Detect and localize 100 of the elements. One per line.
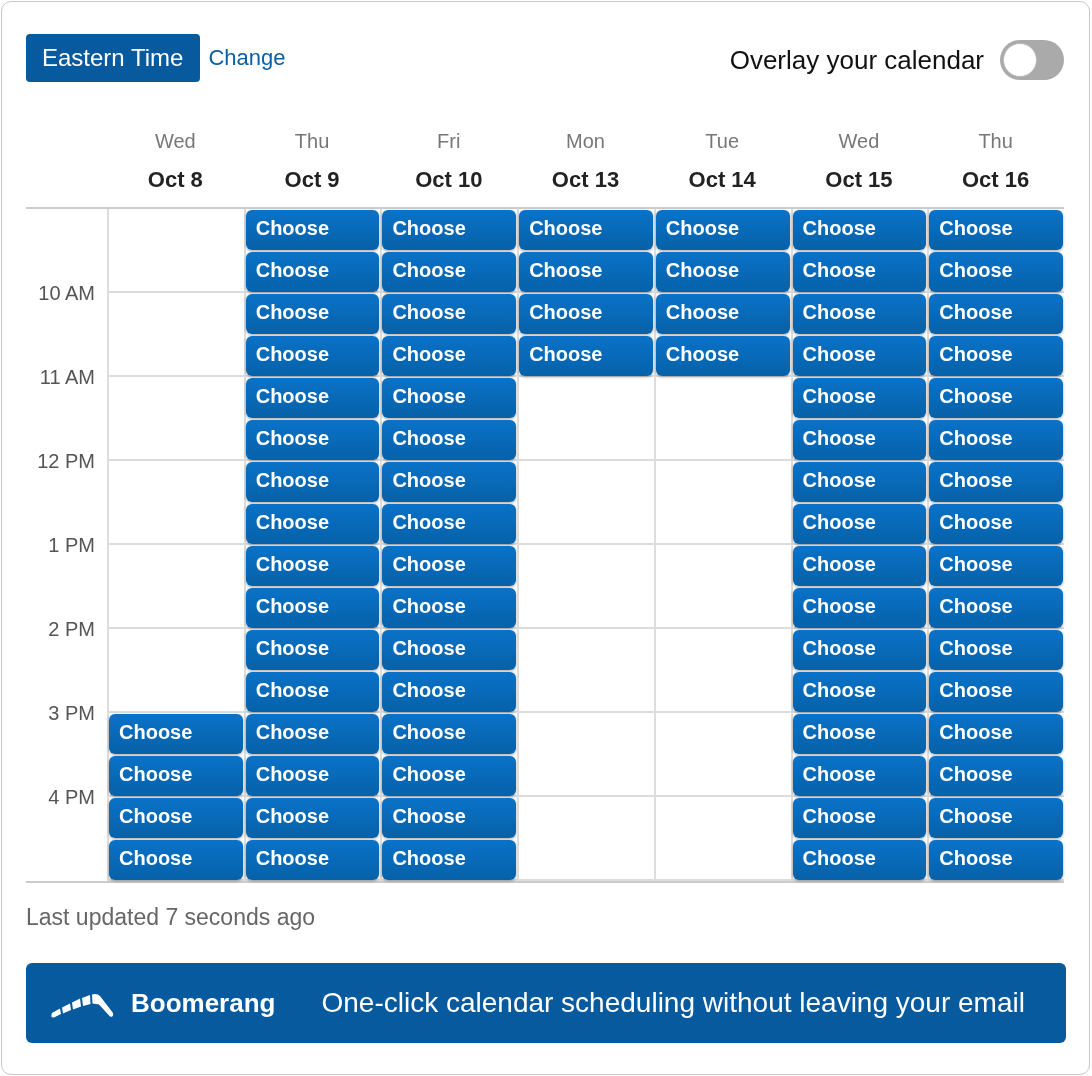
choose-button[interactable]: Choose [519,294,653,334]
choose-button[interactable]: Choose [245,294,380,334]
choose-button[interactable]: Choose [245,336,380,376]
choose-button[interactable]: Choose [929,462,1063,502]
choose-button[interactable]: Choose [792,546,927,586]
choose-button[interactable]: Choose [382,672,517,712]
choose-button[interactable]: Choose [382,798,517,838]
date-label: Oct 10 [415,166,483,194]
choose-button[interactable]: Choose [382,378,517,418]
time-label: 4 PM [48,785,95,809]
weekday-label: Thu [978,129,1013,153]
choose-button[interactable]: Choose [245,546,380,586]
choose-button[interactable]: Choose [519,210,653,250]
choose-button[interactable]: Choose [792,840,927,880]
weekday-label: Tue [705,129,740,153]
choose-button[interactable]: Choose [792,798,927,838]
choose-button[interactable]: Choose [245,672,380,712]
time-label: 2 PM [48,617,95,641]
promo-banner[interactable]: Boomerang One-click calendar scheduling without leaving your email [26,963,1066,1043]
choose-button[interactable]: Choose [109,798,243,838]
choose-button[interactable]: Choose [792,756,927,796]
choose-button[interactable]: Choose [929,714,1063,754]
choose-button[interactable]: Choose [382,714,517,754]
choose-button[interactable]: Choose [655,210,790,250]
choose-button[interactable]: Choose [929,840,1063,880]
weekday-label: Wed [154,129,196,153]
choose-button[interactable]: Choose [792,420,927,460]
timezone-button[interactable]: Eastern Time [26,34,201,82]
choose-button[interactable]: Choose [929,630,1063,670]
choose-button[interactable]: Choose [382,294,517,334]
choose-button[interactable]: Choose [929,420,1063,460]
weekday-label: Wed [838,129,880,153]
choose-button[interactable]: Choose [382,462,517,502]
choose-button[interactable]: Choose [792,672,927,712]
choose-button[interactable]: Choose [655,294,790,334]
time-label: 11 AM [39,365,95,389]
choose-button[interactable]: Choose [245,840,380,880]
choose-button[interactable]: Choose [929,756,1063,796]
choose-button[interactable]: Choose [245,378,380,418]
overlay-toggle[interactable] [1000,40,1064,80]
choose-button[interactable]: Choose [382,252,517,292]
choose-button[interactable]: Choose [792,630,927,670]
choose-button[interactable]: Choose [792,210,927,250]
choose-button[interactable]: Choose [382,420,517,460]
last-updated-text: Last updated 7 seconds ago [26,905,316,929]
choose-button[interactable]: Choose [929,588,1063,628]
time-label: 12 PM [37,449,95,473]
choose-button[interactable]: Choose [382,588,517,628]
choose-button[interactable]: Choose [792,714,927,754]
choose-button[interactable]: Choose [382,630,517,670]
date-label: Oct 9 [284,166,340,194]
date-label: Oct 14 [688,166,756,194]
choose-button[interactable]: Choose [245,756,380,796]
choose-button[interactable]: Choose [382,336,517,376]
choose-button[interactable]: Choose [519,336,653,376]
choose-button[interactable]: Choose [245,798,380,838]
choose-button[interactable]: Choose [929,798,1063,838]
choose-button[interactable]: Choose [929,504,1063,544]
choose-button[interactable]: Choose [929,252,1063,292]
choose-button[interactable]: Choose [929,672,1063,712]
choose-button[interactable]: Choose [109,756,243,796]
choose-button[interactable]: Choose [382,840,517,880]
choose-button[interactable]: Choose [519,252,653,292]
choose-button[interactable]: Choose [792,462,927,502]
choose-button[interactable]: Choose [792,252,927,292]
change-link[interactable]: Change [208,45,286,71]
choose-button[interactable]: Choose [245,588,380,628]
choose-button[interactable]: Choose [245,420,380,460]
choose-button[interactable]: Choose [929,336,1063,376]
choose-button[interactable]: Choose [245,252,380,292]
choose-button[interactable]: Choose [792,504,927,544]
tagline-text: One-click calendar scheduling without leaving your email [321,987,1025,1019]
choose-button[interactable]: Choose [792,336,927,376]
weekday-label: Fri [437,129,461,153]
choose-button[interactable]: Choose [109,714,243,754]
date-label: Oct 16 [962,166,1030,194]
weekday-label: Mon [566,129,605,153]
choose-button[interactable]: Choose [245,714,380,754]
choose-button[interactable]: Choose [655,336,790,376]
choose-button[interactable]: Choose [382,546,517,586]
choose-button[interactable]: Choose [245,630,380,670]
choose-button[interactable]: Choose [245,210,380,250]
choose-button[interactable]: Choose [655,252,790,292]
choose-button[interactable]: Choose [929,294,1063,334]
choose-button[interactable]: Choose [792,588,927,628]
choose-button[interactable]: Choose [245,504,380,544]
overlay-label: Overlay your calendar [729,44,984,76]
choose-button[interactable]: Choose [382,756,517,796]
choose-button[interactable]: Choose [929,378,1063,418]
choose-button[interactable]: Choose [382,504,517,544]
date-label: Oct 8 [147,166,203,194]
choose-button[interactable]: Choose [929,210,1063,250]
choose-button[interactable]: Choose [792,294,927,334]
choose-button[interactable]: Choose [109,840,243,880]
time-label: 10 AM [38,281,95,305]
choose-button[interactable]: Choose [245,462,380,502]
choose-button[interactable]: Choose [792,378,927,418]
weekday-label: Thu [294,129,330,153]
choose-button[interactable]: Choose [929,546,1063,586]
choose-button[interactable]: Choose [382,210,517,250]
